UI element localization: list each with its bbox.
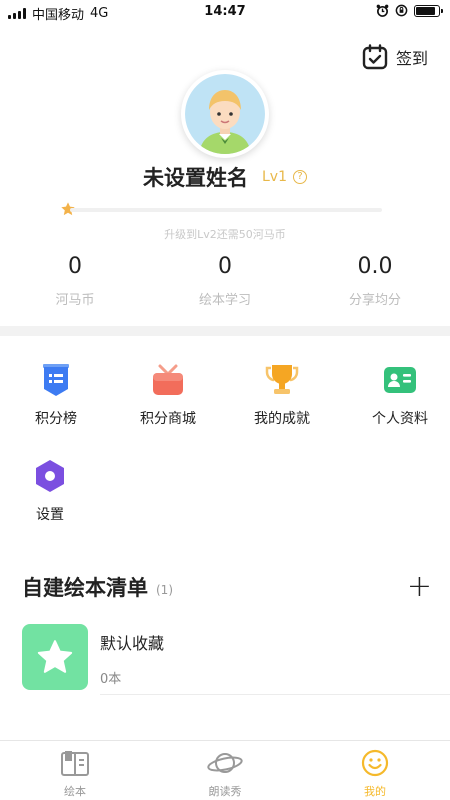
- add-booklist-button[interactable]: +: [407, 572, 432, 602]
- gift-icon: [153, 364, 183, 395]
- rotation-lock-icon: [395, 4, 408, 17]
- stat-value: 0: [218, 254, 232, 279]
- divider: [100, 694, 450, 695]
- stat-label: 绘本学习: [198, 293, 251, 308]
- tab-label: 我的: [364, 785, 386, 798]
- menu-settings[interactable]: 设置: [0, 456, 106, 524]
- menu-label: 个人资料: [372, 411, 428, 427]
- list-item[interactable]: 默认收藏 0本: [22, 624, 450, 696]
- planet-icon: [207, 753, 243, 773]
- level-label: Lv1: [262, 169, 287, 185]
- status-bar: 中国移动 4G 14:47: [0, 0, 450, 24]
- level-progress: [60, 202, 382, 217]
- settings-icon: [36, 460, 64, 492]
- smiley-icon: [361, 749, 389, 777]
- menu-points-mall[interactable]: 积分商城: [112, 360, 224, 428]
- trophy-icon: [265, 365, 299, 394]
- leaderboard-icon: [43, 364, 69, 396]
- profile-card-icon: [384, 367, 416, 393]
- calendar-check-icon: [362, 44, 388, 70]
- section-divider: [0, 326, 450, 336]
- stat-share-score[interactable]: 0.0 分享均分: [300, 254, 450, 308]
- stat-book-learning[interactable]: 0 绘本学习: [150, 254, 300, 308]
- menu-label: 积分榜: [35, 411, 77, 427]
- star-icon: [37, 640, 73, 673]
- tab-label: 朗读秀: [208, 785, 242, 798]
- avatar[interactable]: [181, 70, 269, 158]
- battery-icon: [414, 4, 443, 17]
- menu-label: 设置: [36, 507, 64, 523]
- name-row: 未设置姓名 Lv1 ?: [0, 162, 450, 192]
- stats-row: 0 河马币 0 绘本学习 0.0 分享均分: [0, 254, 450, 308]
- alarm-icon: [376, 4, 389, 17]
- stat-label: 分享均分: [348, 293, 401, 308]
- stat-value: 0.0: [357, 254, 393, 279]
- menu-label: 积分商城: [140, 411, 196, 427]
- level-badge[interactable]: Lv1 ?: [262, 169, 307, 185]
- upgrade-tip: 升级到Lv2还需50河马币: [164, 228, 286, 241]
- tab-label: 绘本: [64, 785, 86, 798]
- tab-mine[interactable]: 我的: [300, 741, 450, 800]
- section-count: (1): [156, 583, 173, 597]
- progress-track: [70, 208, 382, 212]
- stat-label: 河马币: [55, 293, 95, 308]
- help-icon[interactable]: ?: [293, 170, 307, 184]
- stat-coins[interactable]: 0 河马币: [0, 254, 150, 308]
- menu-achievements[interactable]: 我的成就: [226, 360, 338, 428]
- checkin-button[interactable]: 签到: [362, 44, 428, 70]
- menu-label: 我的成就: [254, 411, 310, 427]
- booklist-cover: [22, 624, 88, 690]
- tab-books[interactable]: 绘本: [0, 741, 150, 800]
- avatar-boy-icon: [185, 74, 265, 154]
- tab-reading-show[interactable]: 朗读秀: [150, 741, 300, 800]
- booklist-count: 0本: [100, 672, 122, 687]
- menu-profile[interactable]: 个人资料: [344, 360, 450, 428]
- checkin-label: 签到: [395, 49, 428, 68]
- menu-leaderboard[interactable]: 积分榜: [0, 360, 112, 428]
- book-icon: [61, 751, 89, 776]
- booklist-title: 默认收藏: [100, 634, 165, 653]
- section-title: 自建绘本清单: [22, 576, 148, 600]
- booklist-section-header: 自建绘本清单 (1) +: [22, 572, 432, 602]
- status-right: [376, 4, 443, 17]
- stat-value: 0: [68, 254, 82, 279]
- user-name[interactable]: 未设置姓名: [143, 162, 248, 192]
- tab-bar: 绘本 朗读秀 我的: [0, 740, 450, 800]
